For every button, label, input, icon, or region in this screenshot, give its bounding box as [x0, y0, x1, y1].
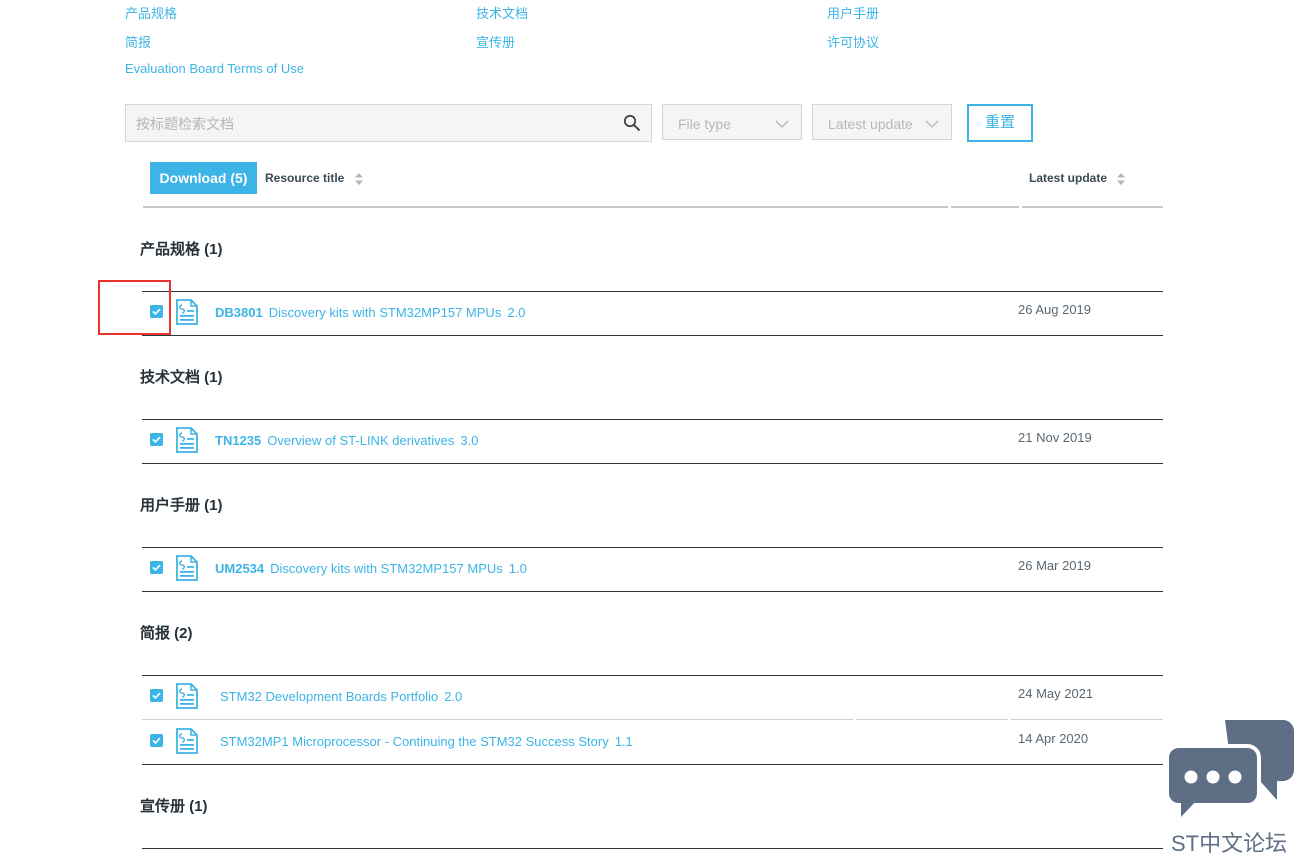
link-product-spec[interactable]: 产品规格 [125, 3, 177, 22]
link-user-manual[interactable]: 用户手册 [827, 3, 879, 22]
section-divider [142, 848, 1163, 849]
forum-watermark: ST中文论坛 [1165, 718, 1297, 858]
document-version: 2.0 [507, 305, 526, 320]
watermark-text: ST中文论坛 [1171, 831, 1288, 856]
search-input[interactable] [134, 113, 608, 135]
section-divider [142, 764, 1163, 765]
link-license[interactable]: 许可协议 [827, 32, 879, 51]
section-divider [142, 463, 1163, 464]
section-heading-user-manual: 用户手册 (1) [140, 497, 223, 514]
document-icon [176, 427, 198, 453]
section-heading-brief: 简报 (2) [140, 625, 193, 642]
document-version: 3.0 [460, 433, 479, 448]
document-checkbox[interactable] [150, 734, 163, 747]
document-icon [176, 299, 198, 325]
document-link[interactable]: UM2534 Discovery kits with STM32MP157 MPU… [215, 561, 527, 576]
document-row: TN1235 Overview of ST-LINK derivatives 3.0… [142, 419, 1163, 463]
document-date: 24 May 2021 [1018, 686, 1094, 701]
link-brief[interactable]: 简报 [125, 32, 151, 51]
sort-icon [354, 172, 363, 185]
document-version: 2.0 [444, 689, 463, 704]
latest-update-select[interactable]: Latest update [812, 104, 952, 140]
document-link[interactable]: STM32 Development Boards Portfolio 2.0 [220, 689, 462, 704]
file-type-select[interactable]: File type [662, 104, 802, 140]
document-row: STM32 Development Boards Portfolio 2.0 24… [142, 675, 1163, 719]
document-link[interactable]: TN1235 Overview of ST-LINK derivatives 3.0 [215, 433, 478, 448]
document-checkbox[interactable] [150, 305, 163, 318]
section-divider [142, 591, 1163, 592]
search-box [125, 104, 652, 142]
document-row: STM32MP1 Microprocessor - Continuing the… [142, 720, 1163, 764]
column-header-title[interactable]: Resource title [265, 171, 363, 185]
document-link[interactable]: DB3801 Discovery kits with STM32MP157 MPU… [215, 305, 525, 320]
header-divider [951, 206, 1019, 208]
header-divider [1022, 206, 1163, 208]
document-icon [176, 683, 198, 709]
document-icon [176, 555, 198, 581]
link-tech-doc[interactable]: 技术文档 [476, 3, 528, 22]
section-heading-product-spec: 产品规格 (1) [140, 241, 223, 258]
chat-bubble-icon [1165, 720, 1294, 828]
section-heading-brochure: 宣传册 (1) [140, 798, 208, 815]
link-eval-terms[interactable]: Evaluation Board Terms of Use [125, 61, 304, 76]
file-type-label: File type [678, 116, 731, 132]
document-date: 26 Mar 2019 [1018, 558, 1091, 573]
reset-button[interactable]: 重置 [967, 104, 1033, 142]
sort-icon [1117, 172, 1126, 185]
table-header: Download (5) Resource title Latest updat… [143, 160, 1163, 208]
search-icon[interactable] [623, 114, 641, 132]
document-version: 1.0 [508, 561, 527, 576]
document-version: 1.1 [614, 734, 633, 749]
document-title: Overview of ST-LINK derivatives [267, 433, 455, 448]
document-icon [176, 728, 198, 754]
document-row: UM2534 Discovery kits with STM32MP157 MPU… [142, 547, 1163, 591]
document-code: TN1235 [215, 433, 262, 448]
link-brochure[interactable]: 宣传册 [476, 32, 515, 51]
document-code: UM2534 [215, 561, 265, 576]
document-row: DB3801 Discovery kits with STM32MP157 MPU… [142, 291, 1163, 335]
document-link[interactable]: STM32MP1 Microprocessor - Continuing the… [220, 734, 633, 749]
section-heading-tech-doc: 技术文档 (1) [140, 369, 223, 386]
column-date-label: Latest update [1029, 171, 1108, 185]
document-title: Discovery kits with STM32MP157 MPUs [268, 305, 502, 320]
column-title-label: Resource title [265, 171, 345, 185]
chevron-down-icon [775, 120, 789, 128]
column-header-date[interactable]: Latest update [1029, 171, 1126, 185]
document-title: STM32 Development Boards Portfolio [220, 689, 439, 704]
document-date: 14 Apr 2020 [1018, 731, 1089, 746]
document-checkbox[interactable] [150, 561, 163, 574]
document-title: STM32MP1 Microprocessor - Continuing the… [220, 734, 609, 749]
download-button[interactable]: Download (5) [150, 162, 257, 194]
latest-update-label: Latest update [828, 116, 913, 132]
section-divider [142, 335, 1163, 336]
chevron-down-icon [925, 120, 939, 128]
document-title: Discovery kits with STM32MP157 MPUs [270, 561, 503, 576]
filter-bar: File type Latest update 重置 [125, 104, 1035, 142]
document-code: DB3801 [215, 305, 263, 320]
document-date: 26 Aug 2019 [1018, 302, 1092, 317]
document-checkbox[interactable] [150, 689, 163, 702]
document-date: 21 Nov 2019 [1018, 430, 1092, 445]
document-checkbox[interactable] [150, 433, 163, 446]
header-divider [143, 206, 948, 208]
